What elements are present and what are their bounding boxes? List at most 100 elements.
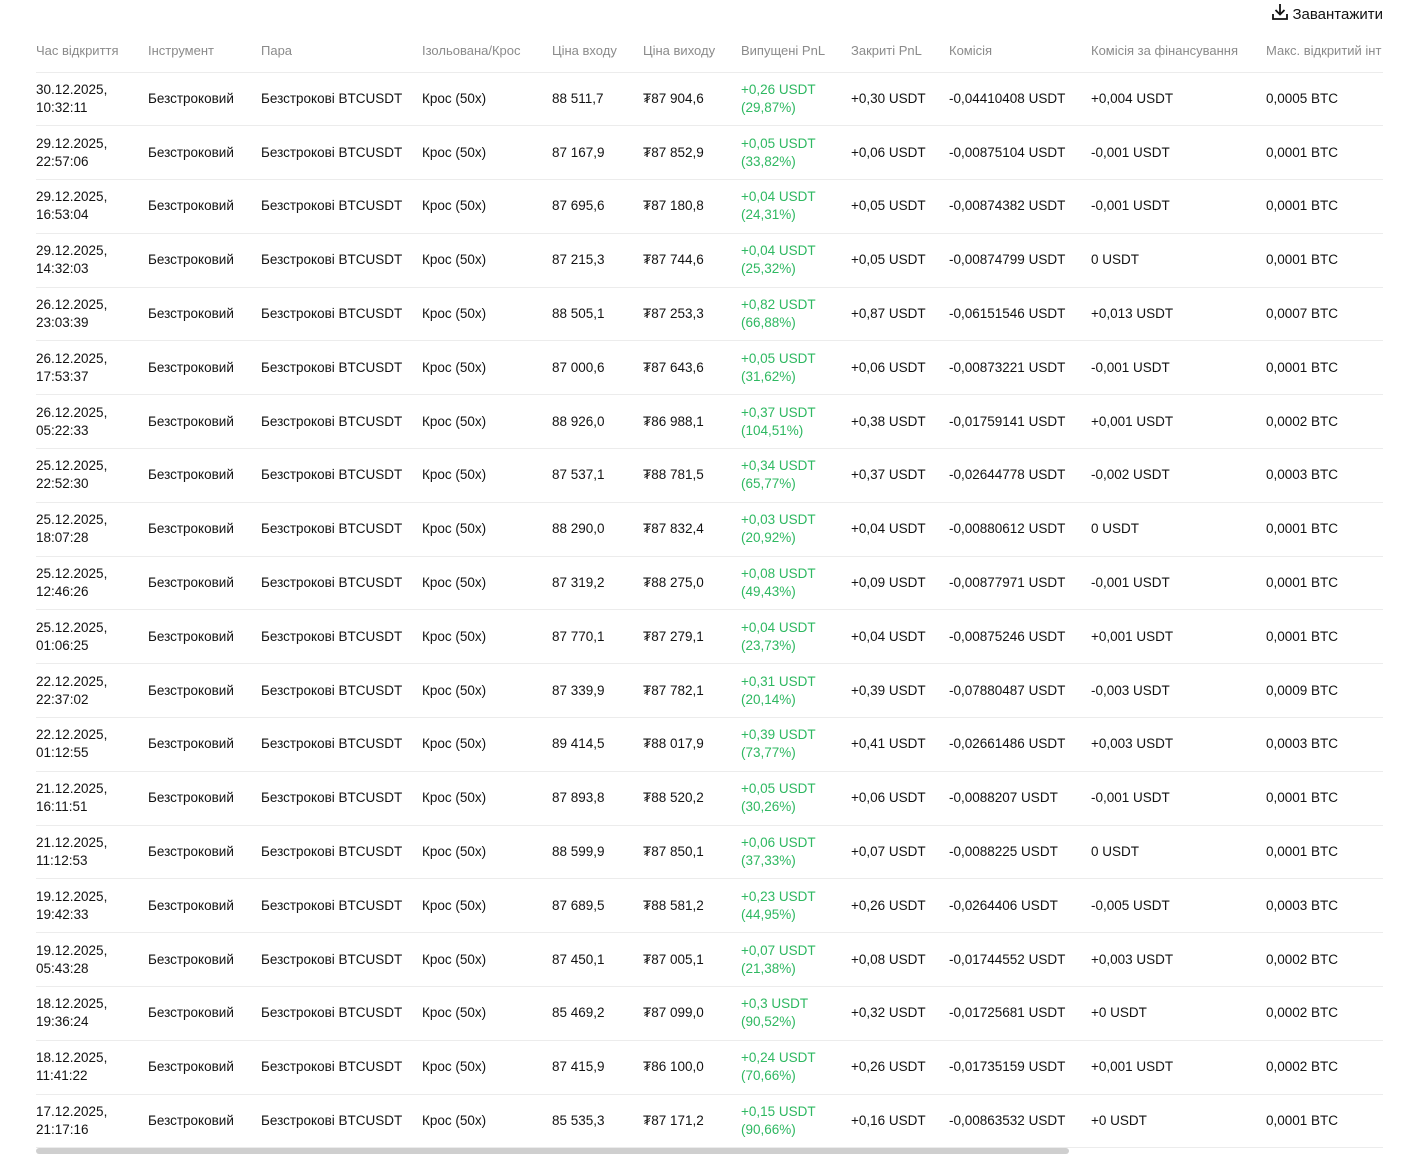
open-date: 30.12.2025, — [36, 81, 108, 97]
scrollbar-thumb[interactable] — [36, 1148, 1069, 1154]
cell-entry-price: 87 450,1 — [552, 932, 643, 988]
cell-exit-price: ₮87 005,1 — [643, 932, 741, 988]
realized-pnl-value: +0,82 USDT — [741, 297, 816, 313]
cell-fee: -0,07880487 USDT — [949, 663, 1091, 719]
open-date: 29.12.2025, — [36, 243, 108, 259]
cell-closed-pnl: +0,16 USDT — [851, 1094, 949, 1149]
col-header-closed-pnl[interactable]: Закриті PnL — [851, 30, 949, 73]
open-date: 21.12.2025, — [36, 781, 108, 797]
table-row[interactable]: 29.12.2025, 16:53:04 Безстроковий Безстроко… — [36, 179, 1383, 234]
cell-pair: Безстрокові BTCUSDT — [261, 502, 422, 557]
col-header-funding-fee[interactable]: Комісія за фінансування — [1091, 30, 1266, 73]
cell-margin-mode: Крос (50x) — [422, 663, 552, 719]
cell-max-open-interest: 0,0001 BTC — [1266, 556, 1383, 611]
col-header-pair[interactable]: Пара — [261, 30, 422, 73]
open-clock: 17:53:37 — [36, 368, 89, 384]
cell-realized-pnl: +0,39 USDT (73,77%) — [741, 717, 851, 772]
realized-pnl-value: +0,34 USDT — [741, 458, 816, 474]
cell-open-time: 17.12.2025, 21:17:16 — [36, 1094, 148, 1149]
cell-instrument: Безстроковий — [148, 394, 261, 450]
cell-funding-fee: +0 USDT — [1091, 1094, 1266, 1149]
cell-exit-price: ₮87 180,8 — [643, 179, 741, 234]
col-header-fee[interactable]: Комісія — [949, 30, 1091, 73]
table-row[interactable]: 26.12.2025, 05:22:33 Безстроковий Безстроко… — [36, 394, 1383, 450]
positions-history-table: Час відкриття Інструмент Пара Ізольована… — [36, 30, 1383, 1150]
cell-instrument: Безстроковий — [148, 72, 261, 127]
cell-instrument: Безстроковий — [148, 1040, 261, 1095]
table-row[interactable]: 19.12.2025, 19:42:33 Безстроковий Безстроко… — [36, 878, 1383, 934]
cell-closed-pnl: +0,26 USDT — [851, 878, 949, 934]
open-clock: 22:52:30 — [36, 476, 89, 492]
table-row[interactable]: 21.12.2025, 11:12:53 Безстроковий Безстроко… — [36, 825, 1383, 880]
table-row[interactable]: 29.12.2025, 14:32:03 Безстроковий Безстроко… — [36, 233, 1383, 288]
col-header-exit-price[interactable]: Ціна виходу — [643, 30, 741, 73]
download-label: Завантажити — [1292, 5, 1383, 23]
realized-pnl-percent: (20,14%) — [741, 691, 796, 707]
cell-pair: Безстрокові BTCUSDT — [261, 932, 422, 988]
cell-fee: -0,02661486 USDT — [949, 717, 1091, 772]
table-row[interactable]: 29.12.2025, 22:57:06 Безстроковий Безстроко… — [36, 125, 1383, 181]
download-button[interactable]: Завантажити — [1270, 4, 1383, 24]
realized-pnl-percent: (30,26%) — [741, 799, 796, 815]
cell-open-time: 26.12.2025, 17:53:37 — [36, 340, 148, 396]
cell-pair: Безстрокові BTCUSDT — [261, 233, 422, 288]
cell-closed-pnl: +0,41 USDT — [851, 717, 949, 772]
col-header-margin-mode[interactable]: Ізольована/Крос — [422, 30, 552, 73]
cell-realized-pnl: +0,23 USDT (44,95%) — [741, 878, 851, 934]
cell-pair: Безстрокові BTCUSDT — [261, 125, 422, 181]
cell-pair: Безстрокові BTCUSDT — [261, 394, 422, 450]
open-clock: 22:37:02 — [36, 691, 89, 707]
realized-pnl-percent: (33,82%) — [741, 153, 796, 169]
table-row[interactable]: 22.12.2025, 22:37:02 Безстроковий Безстроко… — [36, 663, 1383, 719]
cell-open-time: 21.12.2025, 16:11:51 — [36, 771, 148, 826]
table-header-row: Час відкриття Інструмент Пара Ізольована… — [36, 30, 1383, 73]
cell-entry-price: 88 290,0 — [552, 502, 643, 557]
table-row[interactable]: 21.12.2025, 16:11:51 Безстроковий Безстроко… — [36, 771, 1383, 826]
cell-entry-price: 85 535,3 — [552, 1094, 643, 1149]
realized-pnl-percent: (66,88%) — [741, 315, 796, 331]
cell-max-open-interest: 0,0001 BTC — [1266, 233, 1383, 288]
open-clock: 23:03:39 — [36, 315, 89, 331]
table-row[interactable]: 18.12.2025, 11:41:22 Безстроковий Безстроко… — [36, 1040, 1383, 1095]
col-header-realized-pnl[interactable]: Випущені PnL — [741, 30, 851, 73]
cell-margin-mode: Крос (50x) — [422, 394, 552, 450]
table-row[interactable]: 30.12.2025, 10:32:11 Безстроковий Безстроко… — [36, 72, 1383, 127]
table-row[interactable]: 26.12.2025, 17:53:37 Безстроковий Безстроко… — [36, 340, 1383, 396]
horizontal-scrollbar[interactable] — [36, 1148, 1383, 1154]
cell-instrument: Безстроковий — [148, 825, 261, 880]
table-row[interactable]: 25.12.2025, 22:52:30 Безстроковий Безстроко… — [36, 448, 1383, 503]
open-clock: 11:41:22 — [36, 1068, 88, 1084]
table-row[interactable]: 25.12.2025, 18:07:28 Безстроковий Безстроко… — [36, 502, 1383, 557]
col-header-entry-price[interactable]: Ціна входу — [552, 30, 643, 73]
cell-closed-pnl: +0,37 USDT — [851, 448, 949, 503]
table-row[interactable]: 26.12.2025, 23:03:39 Безстроковий Безстроко… — [36, 287, 1383, 342]
table-row[interactable]: 25.12.2025, 01:06:25 Безстроковий Безстроко… — [36, 609, 1383, 665]
cell-exit-price: ₮86 100,0 — [643, 1040, 741, 1095]
open-date: 29.12.2025, — [36, 135, 108, 151]
cell-fee: -0,00880612 USDT — [949, 502, 1091, 557]
cell-max-open-interest: 0,0007 BTC — [1266, 287, 1383, 342]
table-row[interactable]: 18.12.2025, 19:36:24 Безстроковий Безстроко… — [36, 986, 1383, 1041]
col-header-max-open-interest[interactable]: Макс. відкритий інт — [1266, 30, 1383, 73]
table-row[interactable]: 17.12.2025, 21:17:16 Безстроковий Безстроко… — [36, 1094, 1383, 1149]
realized-pnl-percent: (23,73%) — [741, 637, 796, 653]
cell-exit-price: ₮87 643,6 — [643, 340, 741, 396]
cell-pair: Безстрокові BTCUSDT — [261, 878, 422, 934]
table-row[interactable]: 22.12.2025, 01:12:55 Безстроковий Безстроко… — [36, 717, 1383, 772]
cell-margin-mode: Крос (50x) — [422, 502, 552, 557]
cell-pair: Безстрокові BTCUSDT — [261, 663, 422, 719]
col-header-instrument[interactable]: Інструмент — [148, 30, 261, 73]
realized-pnl-value: +0,05 USDT — [741, 350, 816, 366]
table-row[interactable]: 19.12.2025, 05:43:28 Безстроковий Безстроко… — [36, 932, 1383, 988]
cell-max-open-interest: 0,0001 BTC — [1266, 609, 1383, 665]
realized-pnl-value: +0,31 USDT — [741, 673, 816, 689]
cell-entry-price: 88 926,0 — [552, 394, 643, 450]
table-row[interactable]: 25.12.2025, 12:46:26 Безстроковий Безстроко… — [36, 556, 1383, 611]
col-header-open-time[interactable]: Час відкриття — [36, 30, 148, 73]
cell-realized-pnl: +0,08 USDT (49,43%) — [741, 556, 851, 611]
cell-open-time: 25.12.2025, 18:07:28 — [36, 502, 148, 557]
cell-entry-price: 87 770,1 — [552, 609, 643, 665]
cell-pair: Безстрокові BTCUSDT — [261, 1094, 422, 1149]
cell-max-open-interest: 0,0003 BTC — [1266, 448, 1383, 503]
cell-funding-fee: +0,003 USDT — [1091, 932, 1266, 988]
